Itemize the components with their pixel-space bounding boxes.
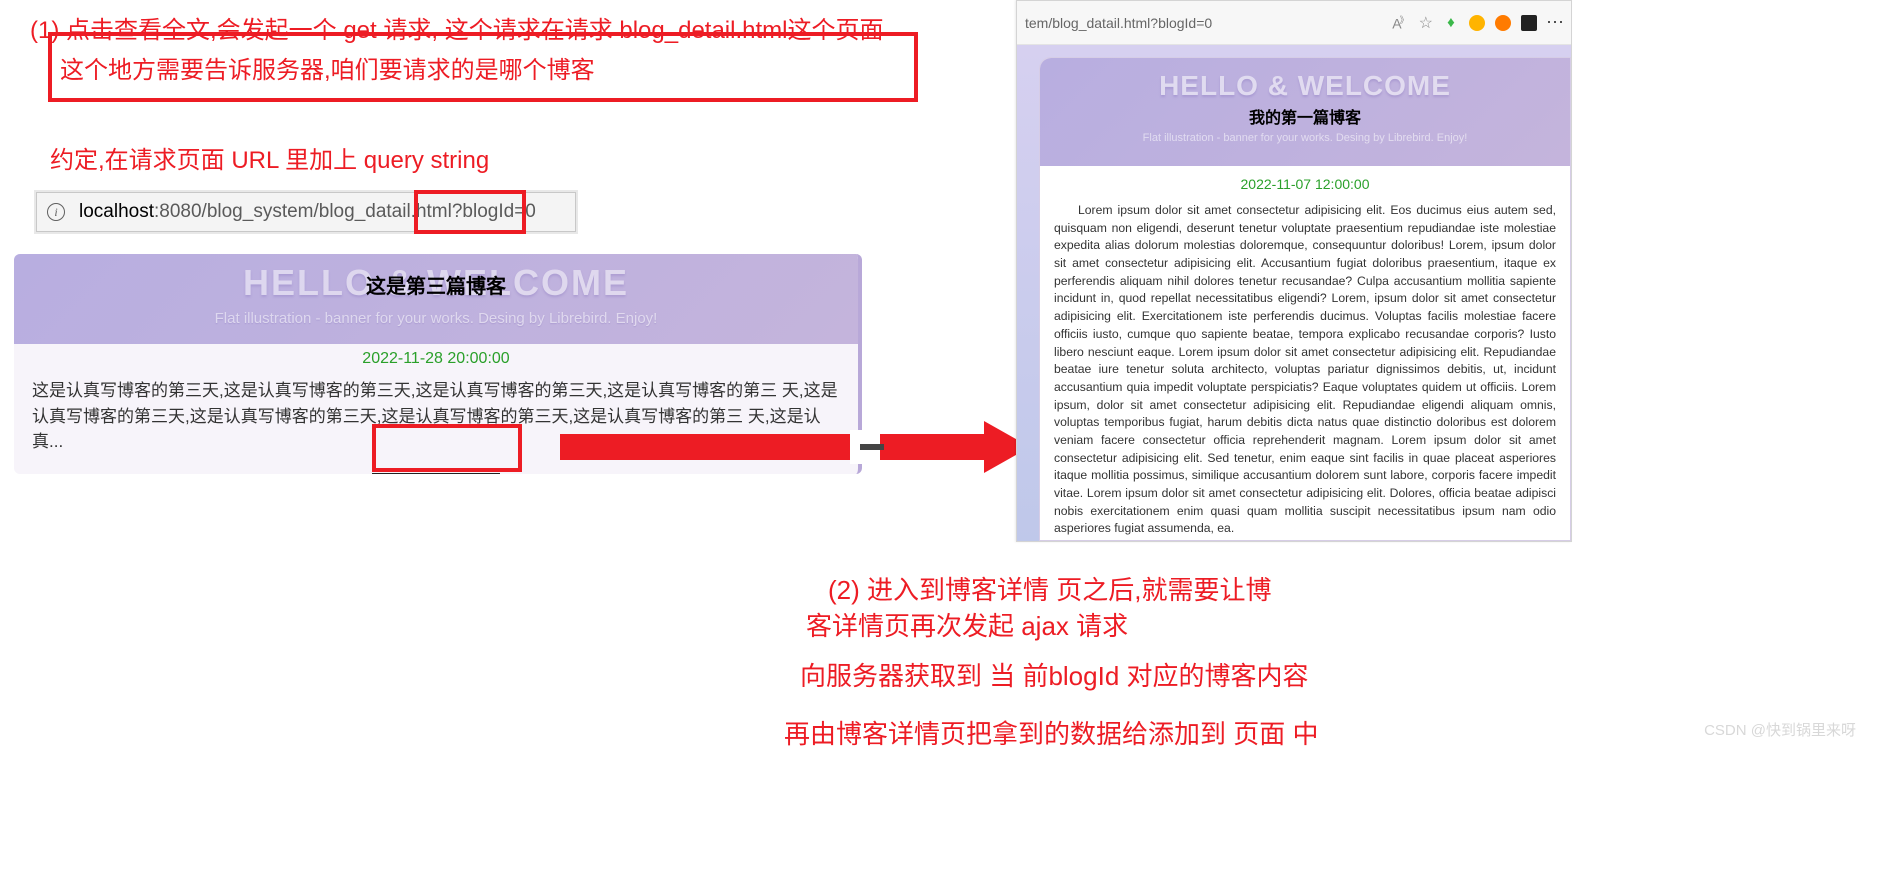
watermark: CSDN @快到锅里来呀 <box>1704 719 1856 740</box>
extension-icon-3[interactable] <box>1521 15 1537 31</box>
annotation-step4: 再由博客详情页把拿到的数据给添加到 页面 中 <box>784 714 1318 751</box>
detail-hero-title: HELLO & WELCOME <box>1040 70 1570 102</box>
blog-date: 2022-11-28 20:00:00 <box>14 350 858 368</box>
highlight-box-view-btn <box>372 424 522 472</box>
detail-hero: HELLO & WELCOME 我的第一篇博客 Flat illustratio… <box>1040 58 1570 166</box>
hero-subtitle: Flat illustration - banner for your work… <box>14 310 858 327</box>
browser-url: tem/blog_datail.html?blogId=0 <box>1025 15 1212 31</box>
shield-icon[interactable]: ♦ <box>1443 15 1459 31</box>
highlight-box-query <box>414 190 526 234</box>
browser-mockup: tem/blog_datail.html?blogId=0 A》 ☆ ♦ ⋯ H… <box>1016 0 1572 542</box>
blog-title: 这是第三篇博客 <box>14 270 858 299</box>
menu-icon[interactable]: ⋯ <box>1547 15 1563 31</box>
extension-icon-1[interactable] <box>1469 15 1485 31</box>
hero-banner: HELLO & WELCOME Flat illustration - bann… <box>14 254 858 344</box>
view-full-button[interactable]: 查看全文 >> <box>372 473 500 475</box>
detail-blog-date: 2022-11-07 12:00:00 <box>1040 176 1570 192</box>
annotation-arrow <box>560 424 1030 472</box>
url-host: localhost <box>79 201 154 223</box>
annotation-step1-line2: 这个地方需要告诉服务器,咱们要请求的是哪个博客 <box>60 50 595 85</box>
annotation-convention: 约定,在请求页面 URL 里加上 query string <box>50 140 489 175</box>
annotation-step3: 向服务器获取到 当 前blogId 对应的博客内容 <box>800 656 1309 693</box>
detail-blog-text: Lorem ipsum dolor sit amet consectetur a… <box>1054 203 1556 535</box>
annotation-step2-line1: (2) 进入到博客详情 页之后,就需要让博 <box>828 570 1271 607</box>
favorite-icon[interactable]: ☆ <box>1419 13 1433 33</box>
browser-address-bar[interactable]: tem/blog_datail.html?blogId=0 A》 ☆ ♦ ⋯ <box>1017 1 1571 45</box>
detail-blog-title: 我的第一篇博客 <box>1040 104 1570 128</box>
detail-blog-body: Lorem ipsum dolor sit amet consectetur a… <box>1040 202 1570 538</box>
annotation-step2-line2: 客详情页再次发起 ajax 请求 <box>806 606 1128 643</box>
detail-hero-subtitle: Flat illustration - banner for your work… <box>1040 132 1570 144</box>
url-path: :8080/blog_system/blog_datail.html <box>154 201 452 223</box>
info-icon: i <box>47 203 65 221</box>
extension-icon-2[interactable] <box>1495 15 1511 31</box>
reader-mode-icon[interactable]: A》 <box>1392 13 1406 32</box>
blog-detail-page: HELLO & WELCOME 我的第一篇博客 Flat illustratio… <box>1039 57 1571 541</box>
